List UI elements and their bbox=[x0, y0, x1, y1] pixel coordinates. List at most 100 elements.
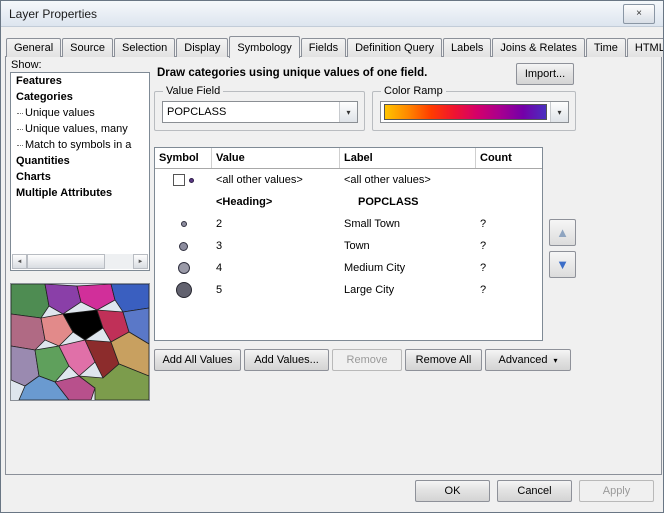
value-field-dropdown[interactable]: POPCLASS ▾ bbox=[162, 101, 358, 123]
tab-html-popup[interactable]: HTML Popup bbox=[627, 38, 664, 57]
close-icon: × bbox=[636, 8, 642, 19]
point-symbol-icon[interactable] bbox=[178, 262, 190, 274]
count-cell: ? bbox=[476, 218, 542, 230]
tree-item-features[interactable]: Features bbox=[11, 73, 149, 89]
label-cell: <all other values> bbox=[340, 174, 476, 186]
table-header-row: Symbol Value Label Count bbox=[155, 148, 542, 169]
table-row[interactable]: <Heading> POPCLASS bbox=[155, 191, 542, 213]
value-field-label: Value Field bbox=[163, 85, 223, 97]
color-ramp-label: Color Ramp bbox=[381, 85, 446, 97]
window-title: Layer Properties bbox=[9, 7, 97, 21]
value-field-selected: POPCLASS bbox=[167, 106, 226, 118]
color-ramp-swatch bbox=[384, 104, 547, 120]
titlebar: Layer Properties × bbox=[1, 1, 663, 27]
value-cell: <all other values> bbox=[212, 174, 340, 186]
chevron-down-icon[interactable]: ▾ bbox=[550, 102, 568, 122]
cancel-button[interactable]: Cancel bbox=[497, 480, 572, 502]
table-row[interactable]: 5 Large City ? bbox=[155, 279, 542, 301]
tree-item-unique-values[interactable]: Unique values bbox=[11, 105, 149, 121]
map-preview bbox=[10, 283, 150, 401]
show-tree: Features Categories Unique values Unique… bbox=[10, 72, 150, 271]
point-symbol-icon[interactable] bbox=[181, 221, 187, 227]
symbol-cell bbox=[155, 257, 212, 279]
tree-item-categories[interactable]: Categories bbox=[11, 89, 149, 105]
tab-selection[interactable]: Selection bbox=[114, 38, 175, 57]
advanced-button-label: Advanced bbox=[499, 354, 548, 366]
color-ramp-dropdown[interactable]: ▾ bbox=[380, 101, 569, 123]
count-cell: ? bbox=[476, 284, 542, 296]
apply-button: Apply bbox=[579, 480, 654, 502]
remove-all-button[interactable]: Remove All bbox=[405, 349, 482, 371]
chevron-down-icon[interactable]: ▾ bbox=[339, 102, 357, 122]
table-row[interactable]: <all other values> <all other values> bbox=[155, 169, 542, 191]
point-symbol-icon[interactable] bbox=[176, 282, 192, 298]
tab-fields[interactable]: Fields bbox=[301, 38, 346, 57]
header-label[interactable]: Label bbox=[340, 148, 476, 168]
point-symbol-icon[interactable] bbox=[179, 242, 188, 251]
tab-definition-query[interactable]: Definition Query bbox=[347, 38, 442, 57]
tab-labels[interactable]: Labels bbox=[443, 38, 491, 57]
label-cell: Town bbox=[340, 240, 476, 252]
close-button[interactable]: × bbox=[623, 4, 655, 24]
tab-time[interactable]: Time bbox=[586, 38, 626, 57]
table-row[interactable]: 4 Medium City ? bbox=[155, 257, 542, 279]
tab-general[interactable]: General bbox=[6, 38, 61, 57]
header-symbol[interactable]: Symbol bbox=[155, 148, 212, 168]
count-cell: ? bbox=[476, 262, 542, 274]
label-cell: Medium City bbox=[340, 262, 476, 274]
tree-item-charts[interactable]: Charts bbox=[11, 169, 149, 185]
unique-values-table: Symbol Value Label Count <all other valu… bbox=[154, 147, 543, 341]
scrollbar-track[interactable] bbox=[105, 254, 133, 269]
symbol-cell bbox=[155, 191, 212, 213]
chevron-down-icon: ▾ bbox=[553, 356, 557, 365]
header-count[interactable]: Count bbox=[476, 148, 542, 168]
value-cell: <Heading> bbox=[212, 196, 340, 208]
add-all-values-button[interactable]: Add All Values bbox=[154, 349, 241, 371]
tree-item-multiple-attributes[interactable]: Multiple Attributes bbox=[11, 185, 149, 201]
scroll-right-icon[interactable]: ► bbox=[133, 254, 148, 269]
table-row[interactable]: 3 Town ? bbox=[155, 235, 542, 257]
tree-item-unique-values-many[interactable]: Unique values, many bbox=[11, 121, 149, 137]
value-cell: 5 bbox=[212, 284, 340, 296]
ok-button[interactable]: OK bbox=[415, 480, 490, 502]
tree-item-match-symbols[interactable]: Match to symbols in a bbox=[11, 137, 149, 153]
advanced-button[interactable]: Advanced ▾ bbox=[485, 349, 571, 371]
color-ramp-group: Color Ramp ▾ bbox=[372, 91, 576, 131]
point-symbol-icon[interactable] bbox=[189, 178, 194, 183]
show-label: Show: bbox=[11, 59, 42, 71]
symbol-cell bbox=[155, 169, 212, 191]
arrow-down-icon: ▼ bbox=[556, 257, 569, 272]
label-cell: Large City bbox=[340, 284, 476, 296]
table-row[interactable]: 2 Small Town ? bbox=[155, 213, 542, 235]
move-down-button[interactable]: ▼ bbox=[549, 251, 576, 278]
tab-source[interactable]: Source bbox=[62, 38, 113, 57]
symbol-cell bbox=[155, 213, 212, 235]
value-cell: 4 bbox=[212, 262, 340, 274]
tree-horizontal-scrollbar[interactable]: ◄ ► bbox=[12, 254, 148, 269]
arrow-up-icon: ▲ bbox=[556, 225, 569, 240]
all-other-values-checkbox[interactable] bbox=[173, 174, 185, 186]
value-cell: 3 bbox=[212, 240, 340, 252]
map-preview-image bbox=[11, 284, 149, 400]
scroll-left-icon[interactable]: ◄ bbox=[12, 254, 27, 269]
value-field-group: Value Field POPCLASS ▾ bbox=[154, 91, 365, 131]
add-values-button[interactable]: Add Values... bbox=[244, 349, 329, 371]
label-cell: POPCLASS bbox=[340, 196, 476, 208]
scrollbar-thumb[interactable] bbox=[27, 254, 105, 269]
header-value[interactable]: Value bbox=[212, 148, 340, 168]
import-button[interactable]: Import... bbox=[516, 63, 574, 85]
layer-properties-dialog: Layer Properties × General Source Select… bbox=[0, 0, 664, 513]
count-cell: ? bbox=[476, 240, 542, 252]
tab-strip: General Source Selection Display Symbolo… bbox=[6, 35, 664, 57]
symbol-cell bbox=[155, 235, 212, 257]
description-text: Draw categories using unique values of o… bbox=[157, 67, 427, 79]
tab-display[interactable]: Display bbox=[176, 38, 228, 57]
symbol-cell bbox=[155, 279, 212, 301]
tree-item-quantities[interactable]: Quantities bbox=[11, 153, 149, 169]
remove-button: Remove bbox=[332, 349, 402, 371]
value-cell: 2 bbox=[212, 218, 340, 230]
tab-joins-relates[interactable]: Joins & Relates bbox=[492, 38, 584, 57]
label-cell: Small Town bbox=[340, 218, 476, 230]
move-up-button[interactable]: ▲ bbox=[549, 219, 576, 246]
tab-symbology[interactable]: Symbology bbox=[229, 36, 299, 58]
